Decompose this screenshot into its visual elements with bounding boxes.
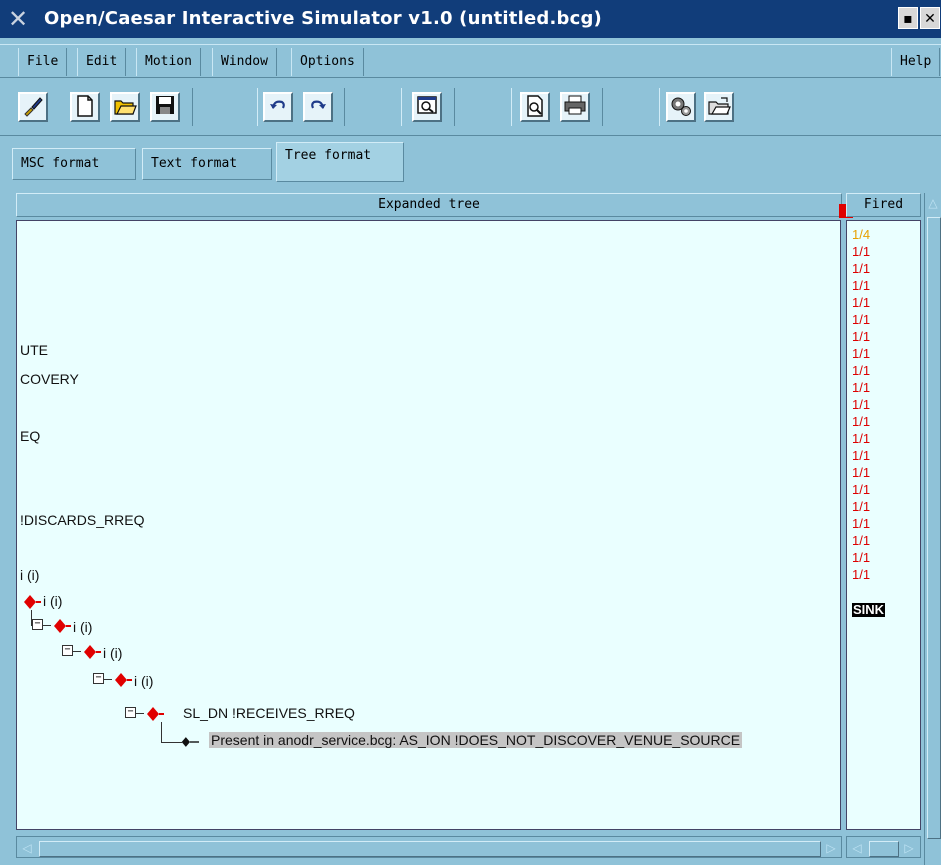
- tree-horizontal-scrollbar[interactable]: ◁ ▷: [16, 836, 842, 858]
- red-node-icon[interactable]: [83, 644, 101, 660]
- tab-bar: MSC format Text format Tree format: [0, 140, 941, 186]
- x-logo-icon: ✕: [8, 5, 29, 33]
- undo-icon[interactable]: [263, 92, 293, 122]
- expanded-tree-panel[interactable]: UTE COVERY EQ !DISCARDS_RREQ i (i) i (i)…: [16, 220, 841, 830]
- fired-count[interactable]: 1/1: [852, 245, 870, 259]
- collapse-icon[interactable]: −: [125, 707, 136, 718]
- toolbar-separator: [454, 88, 512, 126]
- fired-count[interactable]: 1/1: [852, 415, 870, 429]
- scrollbar-thumb[interactable]: [869, 841, 899, 857]
- red-node-icon[interactable]: [114, 672, 132, 688]
- minimize-button[interactable]: ▪: [898, 7, 918, 29]
- fired-count[interactable]: 1/1: [852, 364, 870, 378]
- toolbar-separator: [344, 88, 402, 126]
- fired-count[interactable]: 1/1: [852, 568, 870, 582]
- red-node-icon[interactable]: [23, 594, 41, 610]
- red-node-icon[interactable]: [53, 618, 71, 634]
- tree-connector: [136, 713, 144, 714]
- tree-connector: [43, 625, 51, 626]
- scroll-right-icon[interactable]: ▷: [823, 840, 839, 856]
- tree-connector: [73, 651, 81, 652]
- window-zoom-icon[interactable]: [412, 92, 442, 122]
- fired-count[interactable]: 1/1: [852, 347, 870, 361]
- fired-count[interactable]: 1/1: [852, 500, 870, 514]
- fired-count[interactable]: 1/1: [852, 449, 870, 463]
- red-node-icon[interactable]: [146, 706, 164, 722]
- fired-count[interactable]: 1/1: [852, 313, 870, 327]
- menu-window[interactable]: Window: [212, 48, 277, 76]
- toolbar-separator: [192, 88, 258, 126]
- scrollbar-thumb[interactable]: [39, 841, 821, 857]
- fired-count[interactable]: 1/1: [852, 551, 870, 565]
- tree-line[interactable]: EQ: [20, 428, 40, 444]
- tab-msc-format[interactable]: MSC format: [12, 148, 136, 180]
- fired-count[interactable]: 1/1: [852, 534, 870, 548]
- scroll-left-icon[interactable]: ◁: [19, 840, 35, 856]
- selected-tree-node[interactable]: Present in anodr_service.bcg: AS_ION !DO…: [209, 732, 743, 748]
- tree-node[interactable]: i (i): [134, 673, 153, 689]
- print-preview-icon[interactable]: [520, 92, 550, 122]
- collapse-icon[interactable]: −: [93, 673, 104, 684]
- fired-count[interactable]: 1/1: [852, 432, 870, 446]
- menu-edit[interactable]: Edit: [77, 48, 127, 76]
- print-icon[interactable]: [560, 92, 590, 122]
- scrollbar-thumb[interactable]: [927, 217, 941, 839]
- fired-count[interactable]: 1/1: [852, 262, 870, 276]
- scroll-right-icon[interactable]: ▷: [901, 840, 917, 856]
- tree-line[interactable]: UTE: [20, 342, 48, 358]
- tree-node[interactable]: SL_DN !RECEIVES_RREQ: [183, 705, 355, 721]
- open-folder-icon[interactable]: [110, 92, 140, 122]
- scroll-left-icon[interactable]: ◁: [849, 840, 865, 856]
- redo-icon[interactable]: [303, 92, 333, 122]
- fired-count[interactable]: 1/4: [852, 228, 870, 242]
- tab-tree-format[interactable]: Tree format: [276, 142, 404, 182]
- tree-node[interactable]: i (i): [73, 619, 92, 635]
- collapse-icon[interactable]: −: [62, 645, 73, 656]
- menu-options[interactable]: Options: [291, 48, 364, 76]
- tree-node[interactable]: i (i): [43, 593, 62, 609]
- sink-label[interactable]: SINK: [852, 603, 886, 617]
- vertical-scrollbar[interactable]: △: [924, 193, 941, 865]
- fired-count[interactable]: 1/1: [852, 330, 870, 344]
- tree-line[interactable]: !DISCARDS_RREQ: [20, 512, 144, 528]
- fired-count[interactable]: 1/1: [852, 483, 870, 497]
- menu-bar: File Edit Motion Window Options Help: [0, 44, 941, 78]
- close-button[interactable]: ✕: [920, 7, 940, 29]
- tree-line[interactable]: COVERY: [20, 371, 79, 387]
- tree-node[interactable]: i (i): [103, 645, 122, 661]
- toolbar: [0, 80, 941, 136]
- fired-column-header[interactable]: Fired: [846, 193, 921, 217]
- save-icon[interactable]: [150, 92, 180, 122]
- fired-count[interactable]: 1/1: [852, 398, 870, 412]
- open-file-icon[interactable]: [704, 92, 734, 122]
- title-bar: ✕ Open/Caesar Interactive Simulator v1.0…: [0, 0, 941, 38]
- fired-count[interactable]: 1/1: [852, 517, 870, 531]
- new-file-icon[interactable]: [70, 92, 100, 122]
- expanded-tree-header[interactable]: Expanded tree: [16, 193, 842, 217]
- fired-horizontal-scrollbar[interactable]: ◁ ▷: [846, 836, 921, 858]
- fired-count[interactable]: 1/1: [852, 279, 870, 293]
- tree-line[interactable]: i (i): [20, 567, 39, 583]
- scroll-up-icon[interactable]: △: [925, 195, 941, 211]
- menu-help[interactable]: Help: [891, 48, 941, 76]
- toolbar-separator: [602, 88, 660, 126]
- tree-connector: [161, 722, 182, 743]
- black-node-icon[interactable]: [181, 734, 199, 750]
- fired-count[interactable]: 1/1: [852, 296, 870, 310]
- fired-count[interactable]: 1/1: [852, 381, 870, 395]
- window-title: Open/Caesar Interactive Simulator v1.0 (…: [44, 8, 602, 29]
- collapse-icon[interactable]: −: [32, 619, 43, 630]
- fired-count[interactable]: 1/1: [852, 466, 870, 480]
- menu-motion[interactable]: Motion: [136, 48, 201, 76]
- brush-icon[interactable]: [18, 92, 48, 122]
- gears-icon[interactable]: [666, 92, 696, 122]
- menu-file[interactable]: File: [18, 48, 68, 76]
- tree-connector: [104, 679, 112, 680]
- fired-panel: 1/4 1/1 1/1 1/1 1/1 1/1 1/1 1/1 1/1 1/1 1/1 1/1 1/1 1…: [846, 220, 921, 830]
- tab-text-format[interactable]: Text format: [142, 148, 272, 180]
